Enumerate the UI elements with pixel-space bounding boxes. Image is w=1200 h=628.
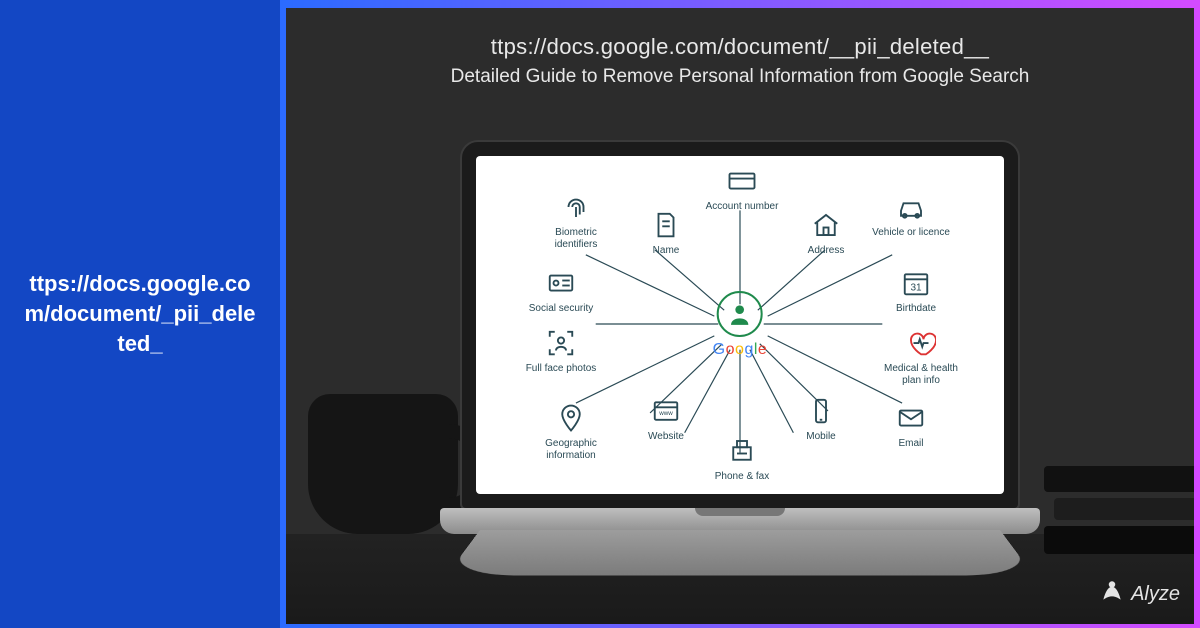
id-card-icon xyxy=(544,266,578,300)
node-vehicle: Vehicle or licence xyxy=(871,190,951,239)
node-medical: Medical & health plan info xyxy=(881,326,961,386)
laptop: Google Account number Biometric identifi… xyxy=(440,140,1040,600)
node-account-number: Account number xyxy=(702,164,782,213)
watermark: Alyze xyxy=(1099,578,1180,610)
svg-text:www: www xyxy=(658,410,673,417)
node-label: Biometric identifiers xyxy=(536,227,616,250)
book-stack xyxy=(1044,460,1194,554)
document-icon xyxy=(649,208,683,242)
laptop-lid: Google Account number Biometric identifi… xyxy=(460,140,1020,510)
person-icon xyxy=(717,291,763,337)
node-birthdate: 31 Birthdate xyxy=(876,266,956,315)
node-label: Full face photos xyxy=(521,363,601,375)
face-scan-icon xyxy=(544,326,578,360)
fax-icon xyxy=(725,434,759,468)
node-label: Birthdate xyxy=(876,303,956,315)
title-block: ttps://docs.google.com/document/__pii_de… xyxy=(286,34,1194,88)
node-name: Name xyxy=(626,208,706,257)
watermark-text: Alyze xyxy=(1131,583,1180,606)
scene: ttps://docs.google.com/document/__pii_de… xyxy=(286,8,1194,624)
node-label: Account number xyxy=(702,201,782,213)
node-label: Website xyxy=(626,431,706,443)
header-subtitle: Detailed Guide to Remove Personal Inform… xyxy=(286,66,1194,88)
laptop-keyboard xyxy=(446,530,1033,575)
left-url-text: ttps://docs.google.com/document/_pii_del… xyxy=(24,269,256,358)
node-social-security: Social security xyxy=(521,266,601,315)
header-url: ttps://docs.google.com/document/__pii_de… xyxy=(286,34,1194,60)
browser-icon: www xyxy=(649,394,683,428)
node-label: Address xyxy=(786,245,866,257)
svg-text:31: 31 xyxy=(910,283,922,294)
car-icon xyxy=(894,190,928,224)
node-biometric: Biometric identifiers xyxy=(536,190,616,250)
node-label: Medical & health plan info xyxy=(881,363,961,386)
node-label: Mobile xyxy=(781,431,861,443)
node-label: Phone & fax xyxy=(702,471,782,483)
node-label: Social security xyxy=(521,303,601,315)
google-label: Google xyxy=(713,341,768,359)
envelope-icon xyxy=(894,401,928,435)
node-label: Name xyxy=(626,245,706,257)
node-phone-fax: Phone & fax xyxy=(702,434,782,483)
lion-icon xyxy=(1099,578,1125,610)
map-pin-icon xyxy=(554,401,588,435)
left-panel: ttps://docs.google.com/document/_pii_del… xyxy=(0,0,280,628)
pii-diagram: Google Account number Biometric identifi… xyxy=(476,156,1004,494)
node-website: www Website xyxy=(626,394,706,443)
node-full-face: Full face photos xyxy=(521,326,601,375)
node-label: Vehicle or licence xyxy=(871,227,951,239)
diagram-center: Google xyxy=(713,291,768,359)
house-icon xyxy=(809,208,843,242)
node-email: Email xyxy=(871,401,951,450)
heartbeat-icon xyxy=(904,326,938,360)
node-mobile: Mobile xyxy=(781,394,861,443)
mobile-icon xyxy=(804,394,838,428)
right-panel: ttps://docs.google.com/document/__pii_de… xyxy=(280,0,1200,628)
node-label: Email xyxy=(871,438,951,450)
card-icon xyxy=(725,164,759,198)
coffee-mug xyxy=(308,394,458,534)
node-label: Geographic information xyxy=(531,438,611,461)
laptop-screen: Google Account number Biometric identifi… xyxy=(476,156,1004,494)
calendar-icon: 31 xyxy=(899,266,933,300)
fingerprint-icon xyxy=(559,190,593,224)
node-geographic: Geographic information xyxy=(531,401,611,461)
node-address: Address xyxy=(786,208,866,257)
